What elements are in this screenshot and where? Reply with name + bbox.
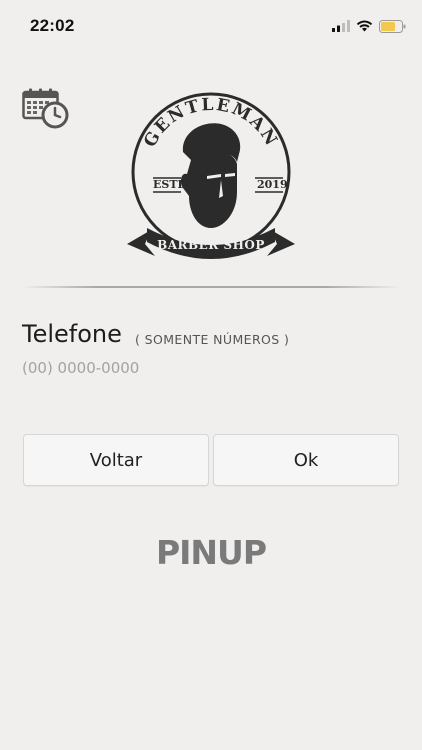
gentleman-logo: GENTLEMAN ESTD 2019 BARBER SHOP: [127, 92, 295, 259]
divider: [22, 286, 400, 288]
logo-estd-text: ESTD: [153, 178, 188, 191]
status-bar: 22:02: [0, 0, 422, 52]
status-icons: [332, 18, 406, 34]
ok-button[interactable]: Ok: [213, 434, 399, 486]
logo-year-text: 2019: [257, 178, 288, 191]
calendar-clock-icon[interactable]: [22, 88, 70, 130]
battery-icon: [379, 19, 406, 33]
logo-ribbon-text: BARBER SHOP: [157, 238, 265, 252]
back-button[interactable]: Voltar: [23, 434, 209, 486]
pinup-brand: PINUP: [155, 533, 267, 572]
status-time: 22:02: [30, 16, 75, 35]
wifi-icon: [356, 20, 373, 32]
phone-hint: ( SOMENTE NÚMEROS ): [135, 332, 290, 347]
phone-label: Telefone: [22, 320, 122, 348]
signal-icon: [332, 20, 350, 32]
phone-input[interactable]: [20, 356, 400, 380]
